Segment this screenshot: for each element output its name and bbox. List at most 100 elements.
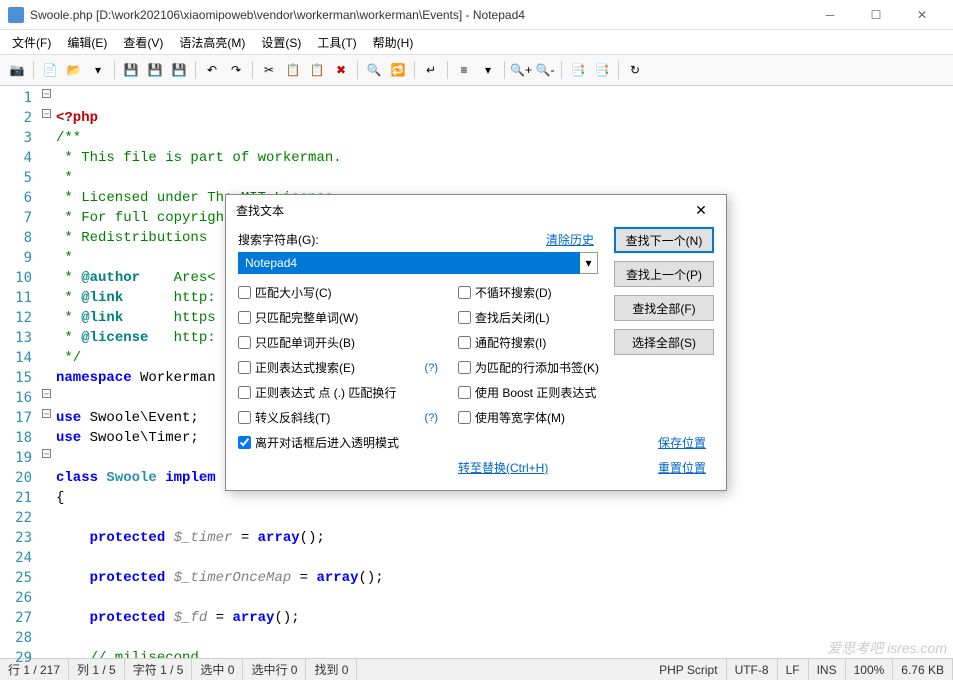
help-icon[interactable]: (?): [425, 362, 438, 374]
option-checkbox[interactable]: [238, 386, 251, 399]
screenshot-icon[interactable]: 📷: [6, 59, 28, 81]
line-number: 2: [0, 108, 32, 128]
reset-position-link[interactable]: 重置位置: [658, 459, 706, 476]
option-checkbox[interactable]: [238, 436, 251, 449]
titlebar: Swoole.php [D:\work202106\xiaomipoweb\ve…: [0, 0, 953, 30]
status-encoding[interactable]: UTF-8: [727, 659, 778, 680]
save-as-icon[interactable]: 💾: [168, 59, 190, 81]
menu-view[interactable]: 查看(V): [115, 31, 171, 54]
line-number: 17: [0, 408, 32, 428]
option-checkbox[interactable]: [458, 411, 471, 424]
status-zoom[interactable]: 100%: [846, 659, 894, 680]
fold-column: [40, 86, 52, 658]
option-checkbox[interactable]: [458, 336, 471, 349]
find-all-button[interactable]: 查找全部(F): [614, 295, 714, 321]
menu-syntax[interactable]: 语法高亮(M): [171, 31, 253, 54]
maximize-button[interactable]: ☐: [853, 0, 899, 30]
line-number: 7: [0, 208, 32, 228]
line-number: 1: [0, 88, 32, 108]
option-row: 正则表达式 点 (.) 匹配换行: [238, 384, 438, 401]
option-checkbox[interactable]: [458, 286, 471, 299]
zoom-out-icon[interactable]: 🔍-: [534, 59, 556, 81]
menu-tools[interactable]: 工具(T): [309, 31, 364, 54]
find-next-button[interactable]: 查找下一个(N): [614, 227, 714, 253]
line-number: 3: [0, 128, 32, 148]
minimize-button[interactable]: ─: [807, 0, 853, 30]
status-lang[interactable]: PHP Script: [651, 659, 726, 680]
option-label: 使用等宽字体(M): [475, 409, 565, 426]
fold-toggle-icon[interactable]: [42, 389, 51, 398]
line-number: 11: [0, 288, 32, 308]
replace-icon[interactable]: 🔁: [387, 59, 409, 81]
fold-toggle-icon[interactable]: [42, 409, 51, 418]
refresh-icon[interactable]: ↻: [624, 59, 646, 81]
option-checkbox[interactable]: [458, 386, 471, 399]
option-checkbox[interactable]: [238, 286, 251, 299]
save-all-icon[interactable]: 💾: [144, 59, 166, 81]
option-label: 匹配大小写(C): [255, 284, 332, 301]
fold-toggle-icon[interactable]: [42, 89, 51, 98]
dropdown-icon[interactable]: ▾: [87, 59, 109, 81]
clear-history-link[interactable]: 清除历史: [546, 231, 594, 248]
open-file-icon[interactable]: 📂: [63, 59, 85, 81]
option-checkbox[interactable]: [238, 336, 251, 349]
status-mode[interactable]: INS: [809, 659, 846, 680]
zoom-in-icon[interactable]: 🔍+: [510, 59, 532, 81]
copy-icon[interactable]: 📋: [282, 59, 304, 81]
line-number: 9: [0, 248, 32, 268]
line-number: 10: [0, 268, 32, 288]
option-checkbox[interactable]: [238, 411, 251, 424]
option-label: 为匹配的行添加书签(K): [475, 359, 599, 376]
option-checkbox[interactable]: [238, 361, 251, 374]
line-number: 22: [0, 508, 32, 528]
indent-icon[interactable]: ≡: [453, 59, 475, 81]
option-checkbox[interactable]: [458, 311, 471, 324]
line-number: 15: [0, 368, 32, 388]
redo-icon[interactable]: ↷: [225, 59, 247, 81]
option-label: 只匹配单词开头(B): [255, 334, 355, 351]
dialog-close-icon[interactable]: ✕: [686, 202, 716, 219]
option-label: 使用 Boost 正则表达式: [475, 384, 596, 401]
undo-icon[interactable]: ↶: [201, 59, 223, 81]
paste-icon[interactable]: 📋: [306, 59, 328, 81]
menu-help[interactable]: 帮助(H): [365, 31, 422, 54]
find-icon[interactable]: 🔍: [363, 59, 385, 81]
option-label: 查找后关闭(L): [475, 309, 550, 326]
wordwrap-icon[interactable]: ↵: [420, 59, 442, 81]
menu-file[interactable]: 文件(F): [4, 31, 59, 54]
menu-settings[interactable]: 设置(S): [253, 31, 309, 54]
search-label: 搜索字符串(G):: [238, 231, 546, 248]
save-position-link[interactable]: 保存位置: [658, 434, 706, 451]
option-label: 正则表达式 点 (.) 匹配换行: [255, 384, 396, 401]
line-number: 5: [0, 168, 32, 188]
menu-edit[interactable]: 编辑(E): [59, 31, 115, 54]
syntax2-icon[interactable]: 📑: [591, 59, 613, 81]
search-input[interactable]: [238, 252, 580, 274]
delete-icon[interactable]: ✖: [330, 59, 352, 81]
menubar: 文件(F) 编辑(E) 查看(V) 语法高亮(M) 设置(S) 工具(T) 帮助…: [0, 30, 953, 54]
help-icon[interactable]: (?): [425, 412, 438, 424]
line-number: 4: [0, 148, 32, 168]
new-file-icon[interactable]: 📄: [39, 59, 61, 81]
switch-replace-link[interactable]: 转至替换(Ctrl+H): [458, 461, 548, 475]
fold-toggle-icon[interactable]: [42, 109, 51, 118]
status-size: 6.76 KB: [893, 659, 953, 680]
option-checkbox[interactable]: [238, 311, 251, 324]
option-row: 正则表达式搜索(E)(?): [238, 359, 438, 376]
line-number: 20: [0, 468, 32, 488]
cut-icon[interactable]: ✂: [258, 59, 280, 81]
status-eol[interactable]: LF: [778, 659, 809, 680]
save-icon[interactable]: 💾: [120, 59, 142, 81]
toolbar: 📷 📄 📂 ▾ 💾 💾 💾 ↶ ↷ ✂ 📋 📋 ✖ 🔍 🔁 ↵ ≡ ▾ 🔍+ 🔍…: [0, 54, 953, 86]
find-prev-button[interactable]: 查找上一个(P): [614, 261, 714, 287]
option-row: 只匹配单词开头(B): [238, 334, 438, 351]
syntax-icon[interactable]: 📑: [567, 59, 589, 81]
close-button[interactable]: ✕: [899, 0, 945, 30]
fold-toggle-icon[interactable]: [42, 449, 51, 458]
select-all-button[interactable]: 选择全部(S): [614, 329, 714, 355]
option-checkbox[interactable]: [458, 361, 471, 374]
search-dropdown-icon[interactable]: ▾: [580, 252, 598, 274]
option-row: 转义反斜线(T)(?): [238, 409, 438, 426]
dropdown2-icon[interactable]: ▾: [477, 59, 499, 81]
line-number: 25: [0, 568, 32, 588]
